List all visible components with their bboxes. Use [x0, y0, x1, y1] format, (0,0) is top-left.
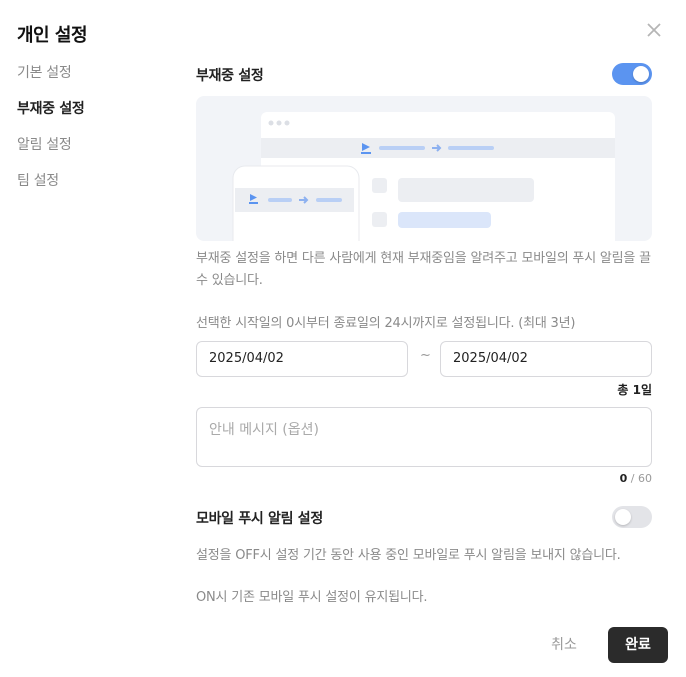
toggle-knob — [633, 66, 649, 82]
cancel-button[interactable]: 취소 — [533, 627, 595, 663]
message-char-max: 60 — [638, 472, 652, 485]
done-button[interactable]: 완료 — [608, 627, 668, 663]
total-days-label: 총 1일 — [617, 383, 652, 397]
away-settings-panel: 부재중 설정 부재중 설정을 하면 다른 사람에게 현재 부재중임을 알려주고 … — [196, 0, 652, 677]
mobile-push-description-note: ON시 기존 모바일 푸시 설정이 유지됩니다. — [196, 590, 428, 605]
message-char-counter: 0 / 60 — [619, 472, 652, 485]
message-char-count: 0 — [619, 472, 628, 485]
date-separator: ~ — [420, 348, 431, 363]
away-period-note: 선택한 시작일의 0시부터 종료일의 24시까지로 설정됩니다. (최대 3년) — [196, 316, 576, 331]
start-date-input[interactable]: 2025/04/02 — [196, 341, 408, 377]
mobile-push-toggle[interactable] — [612, 506, 652, 528]
mobile-push-section-title: 모바일 푸시 알림 설정 — [196, 511, 323, 527]
personal-settings-dialog: 개인 설정 기본 설정 부재중 설정 알림 설정 팀 설정 부재중 설정 부재중… — [0, 0, 686, 677]
away-illustration — [196, 96, 652, 241]
away-illustration-graphic — [232, 112, 615, 241]
sidebar-item-basic[interactable]: 기본 설정 — [17, 63, 84, 99]
dialog-title: 개인 설정 — [17, 25, 88, 46]
away-message-textarea[interactable]: 안내 메시지 (옵션) — [196, 407, 652, 467]
sidebar-item-team[interactable]: 팀 설정 — [17, 171, 84, 207]
toggle-knob — [615, 509, 631, 525]
mobile-push-description: 설정을 OFF시 설정 기간 동안 사용 중인 모바일로 푸시 알림을 보내지 … — [196, 548, 621, 563]
sidebar-item-away[interactable]: 부재중 설정 — [17, 99, 85, 135]
sidebar-item-notifications[interactable]: 알림 설정 — [17, 135, 84, 171]
end-date-input[interactable]: 2025/04/02 — [440, 341, 652, 377]
settings-sidebar: 기본 설정 부재중 설정 알림 설정 팀 설정 — [17, 63, 85, 207]
away-section-title: 부재중 설정 — [196, 68, 264, 84]
away-description: 부재중 설정을 하면 다른 사람에게 현재 부재중임을 알려주고 모바일의 푸시… — [196, 251, 651, 288]
away-toggle[interactable] — [612, 63, 652, 85]
